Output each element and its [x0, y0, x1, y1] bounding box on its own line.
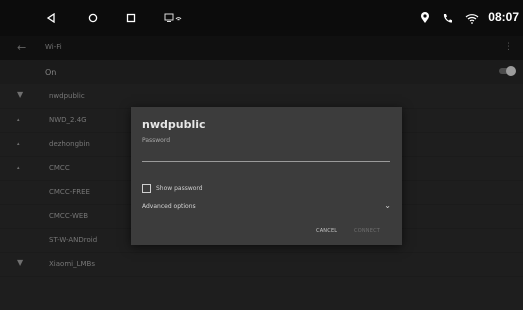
location-pin-icon [418, 11, 432, 25]
advanced-options-row[interactable]: Advanced options ⌄ [142, 201, 391, 214]
advanced-options-label: Advanced options [142, 203, 196, 210]
connect-button[interactable]: CONNECT [354, 228, 380, 234]
wifi-icon [464, 11, 480, 25]
password-field[interactable] [142, 147, 390, 162]
dialog-title: nwdpublic [142, 118, 206, 131]
show-password-row[interactable]: Show password [142, 184, 203, 193]
recents-square-icon[interactable] [124, 11, 138, 25]
back-triangle-icon[interactable] [44, 11, 58, 25]
show-password-checkbox[interactable] [142, 184, 151, 193]
show-password-label: Show password [156, 185, 203, 192]
screenshot-icon[interactable] [163, 11, 183, 25]
connect-dialog: nwdpublic Password Show password Advance… [131, 107, 402, 245]
chevron-down-icon: ⌄ [384, 201, 391, 210]
phone-icon [440, 11, 454, 25]
cancel-button[interactable]: CANCEL [316, 228, 337, 234]
status-bar: 08:07 [0, 0, 523, 36]
home-circle-icon[interactable] [86, 11, 100, 25]
password-label: Password [142, 137, 171, 144]
clock: 08:07 [488, 10, 519, 24]
screen: 08:07 ← Wi-Fi ⋮ On ▼ nwdpublic ▴ NWD_2.4… [0, 0, 523, 310]
